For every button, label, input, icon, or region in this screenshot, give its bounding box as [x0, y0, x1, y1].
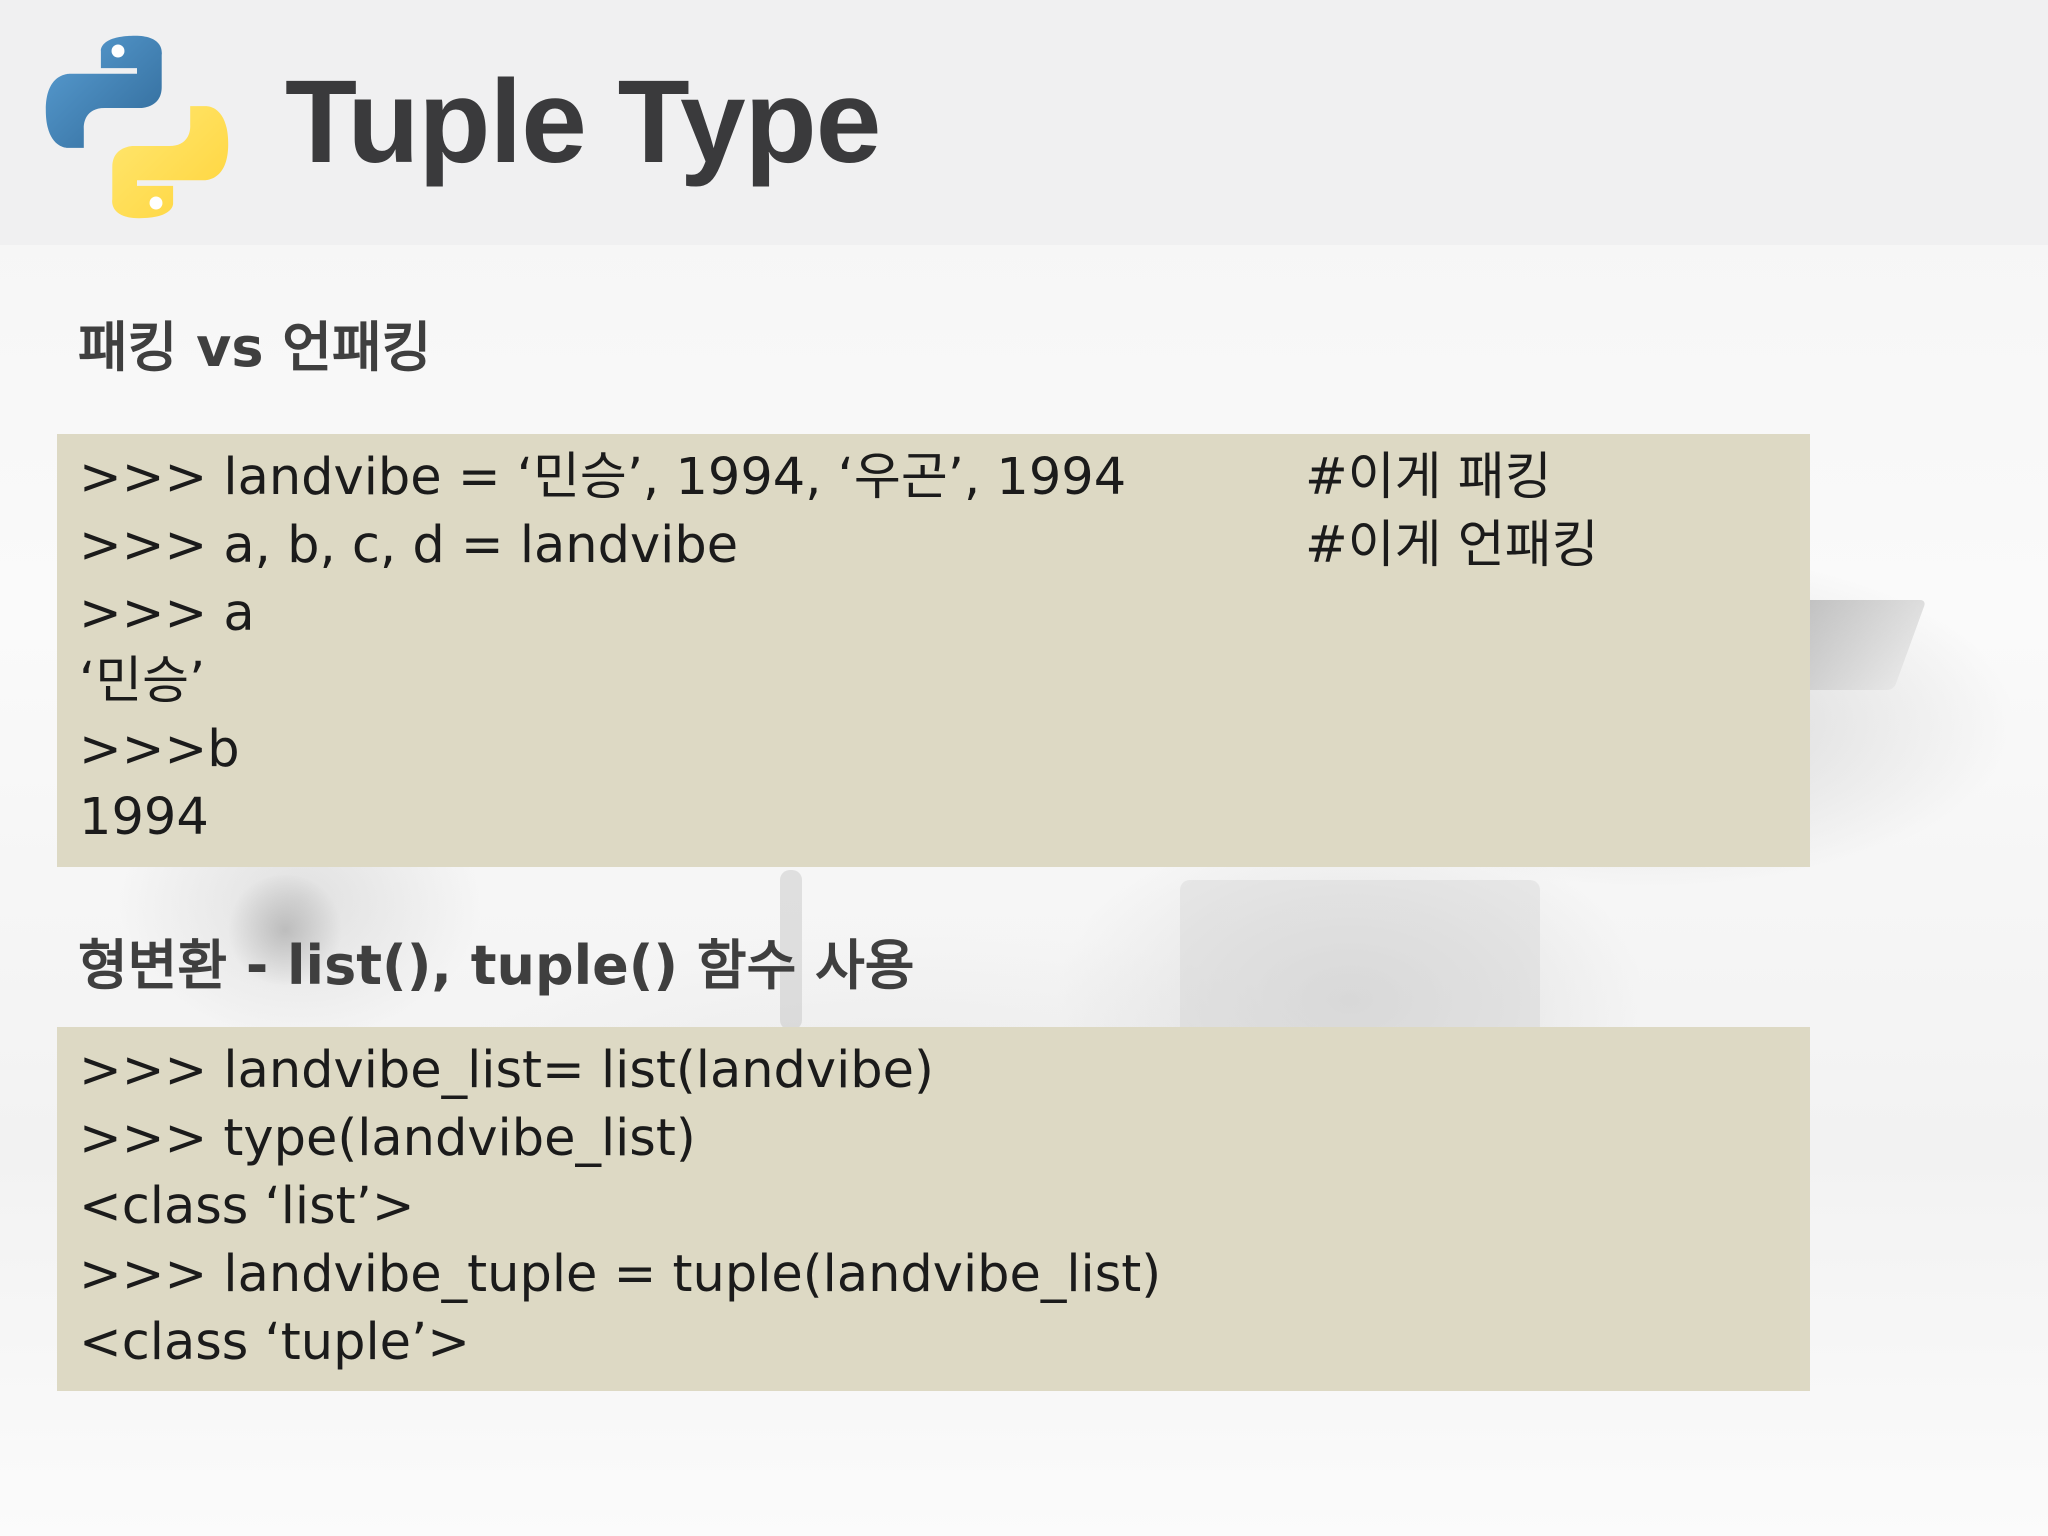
code-block-packing: >>> landvibe = ‘민승’, 1994, ‘우곤’, 1994 #이… — [57, 434, 1810, 867]
code-line: ‘민승’ — [79, 648, 1810, 716]
code-text: ‘민승’ — [79, 652, 206, 711]
code-line: >>> landvibe_tuple = tuple(landvibe_list… — [79, 1241, 1810, 1309]
code-comment: #이게 패킹 — [1305, 448, 1552, 507]
code-text: 1994 — [79, 788, 209, 847]
code-line: 1994 — [79, 784, 1810, 852]
code-text: >>> landvibe = ‘민승’, 1994, ‘우곤’, 1994 — [79, 448, 1127, 507]
code-line: >>> a, b, c, d = landvibe #이게 언패킹 — [79, 512, 1810, 580]
code-text: >>> a — [79, 584, 255, 643]
code-comment: #이게 언패킹 — [1305, 516, 1599, 575]
code-line: >>>b — [79, 716, 1810, 784]
code-text: >>> a, b, c, d = landvibe — [79, 516, 739, 575]
code-text: >>>b — [79, 720, 240, 779]
code-line: >>> type(landvibe_list) — [79, 1105, 1810, 1173]
code-text: <class ‘list’> — [79, 1177, 415, 1236]
code-text: >>> landvibe_tuple = tuple(landvibe_list… — [79, 1245, 1162, 1304]
code-line: <class ‘tuple’> — [79, 1309, 1810, 1377]
section-heading-packing: 패킹 vs 언패킹 — [78, 316, 432, 379]
code-text: <class ‘tuple’> — [79, 1313, 470, 1372]
section-heading-conversion: 형변환 - list(), tuple() 함수 사용 — [78, 934, 915, 997]
python-logo-icon — [45, 35, 229, 219]
code-line: >>> a — [79, 580, 1810, 648]
title-bar: Tuple Type — [0, 0, 2048, 245]
code-block-conversion: >>> landvibe_list= list(landvibe) >>> ty… — [57, 1027, 1810, 1391]
code-line: >>> landvibe = ‘민승’, 1994, ‘우곤’, 1994 #이… — [79, 444, 1810, 512]
code-text: >>> landvibe_list= list(landvibe) — [79, 1041, 934, 1100]
code-text: >>> type(landvibe_list) — [79, 1109, 696, 1168]
slide-title: Tuple Type — [285, 56, 881, 188]
code-line: <class ‘list’> — [79, 1173, 1810, 1241]
code-line: >>> landvibe_list= list(landvibe) — [79, 1037, 1810, 1105]
